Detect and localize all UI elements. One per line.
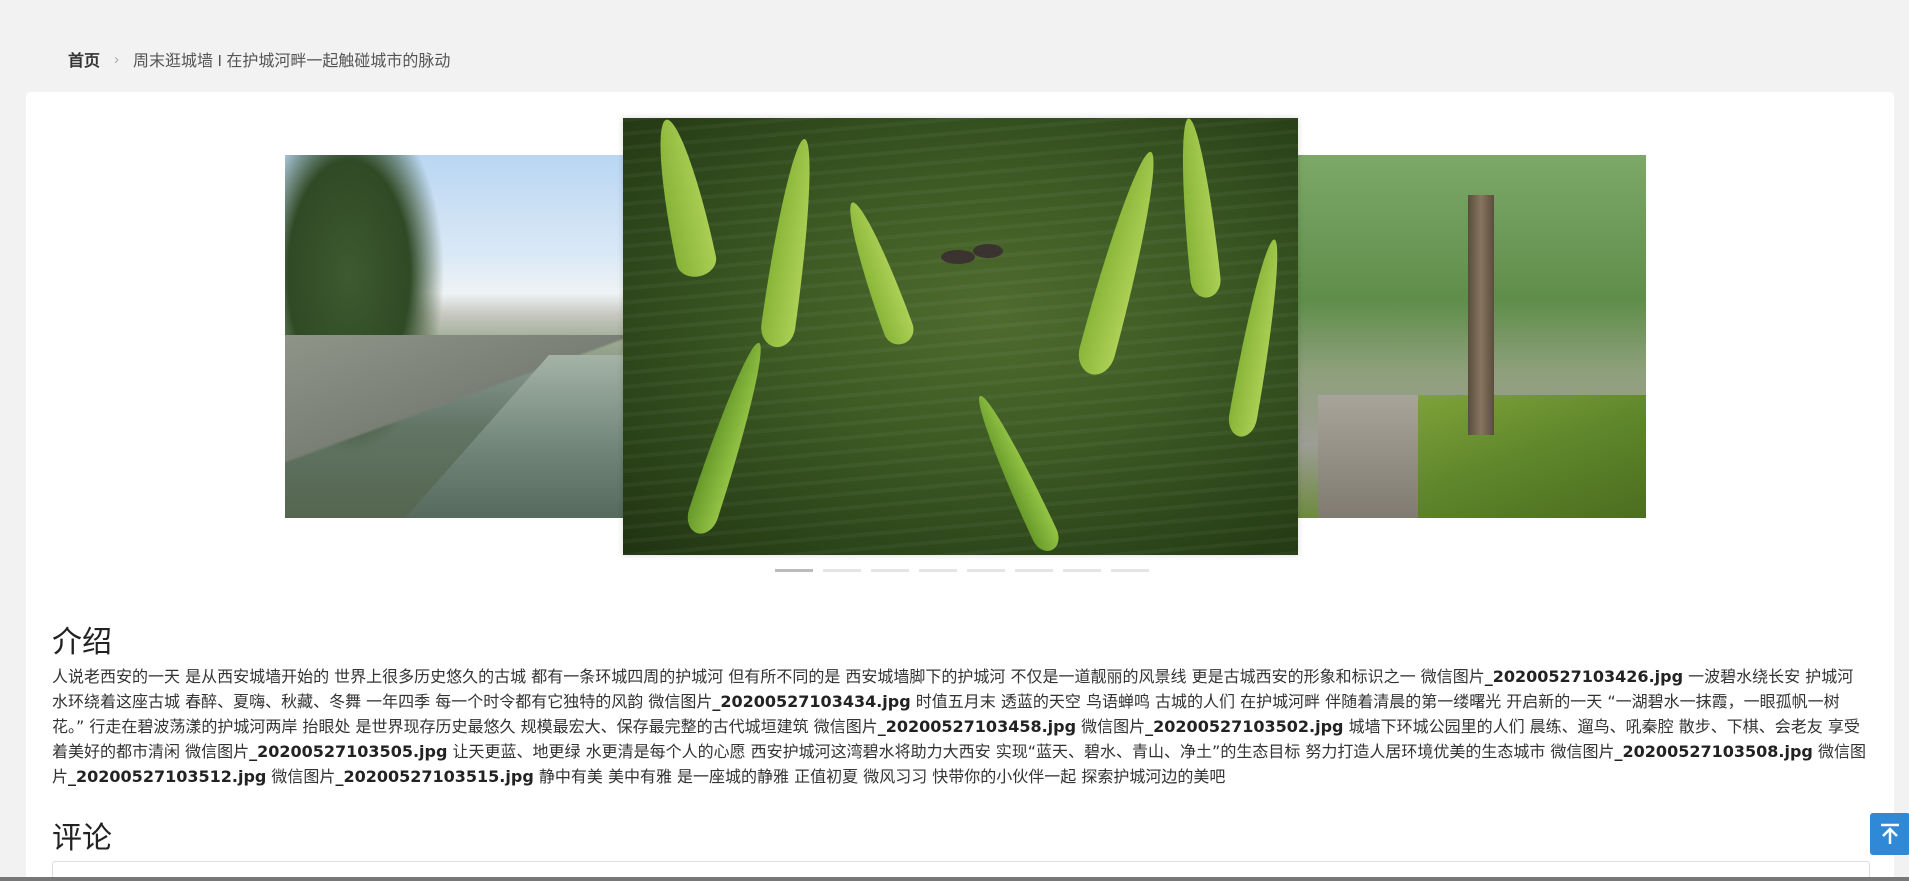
intro-text-segment: 人说老西安的一天 是从西安城墙开始的 世界上很多历史悠久的古城 都有一条环城四周… <box>52 667 1485 686</box>
breadcrumb-home-link[interactable]: 首页 <box>68 47 100 71</box>
carousel-indicator[interactable] <box>775 569 813 572</box>
duck-image-part <box>941 250 975 264</box>
back-to-top-button[interactable] <box>1870 813 1909 855</box>
carousel-slide-right[interactable] <box>1298 155 1646 518</box>
breadcrumb: 首页 › 周末逛城墙 I 在护城河畔一起触碰城市的脉动 <box>68 47 450 71</box>
carousel-indicator[interactable] <box>967 569 1005 572</box>
carousel-indicator[interactable] <box>1015 569 1053 572</box>
image-filename: _20200527103508.jpg <box>1614 742 1813 761</box>
carousel-indicator[interactable] <box>1063 569 1101 572</box>
intro-text-segment: 让天更蓝、地更绿 水更清是每个人的心愿 西安护城河这湾碧水将助力大西安 实现“蓝… <box>447 742 1615 761</box>
chevron-right-icon: › <box>114 50 120 68</box>
carousel-indicator[interactable] <box>871 569 909 572</box>
intro-paragraph: 人说老西安的一天 是从西安城墙开始的 世界上很多历史悠久的古城 都有一条环城四周… <box>52 664 1868 789</box>
carousel-indicator[interactable] <box>823 569 861 572</box>
arrow-up-to-top-icon <box>1881 823 1899 844</box>
image-filename: _20200527103426.jpg <box>1484 667 1684 686</box>
carousel-indicators <box>775 569 1149 572</box>
carousel-slide-left[interactable] <box>285 155 645 518</box>
image-filename: _20200527103458.jpg <box>877 717 1077 736</box>
intro-heading: 介绍 <box>52 625 112 660</box>
image-filename: _20200527103512.jpg <box>68 767 267 786</box>
intro-text-segment: 微信图片 <box>1076 717 1146 736</box>
content-card: 介绍 人说老西安的一天 是从西安城墙开始的 世界上很多历史悠久的古城 都有一条环… <box>26 92 1894 881</box>
intro-text-segment: 微信图片 <box>266 767 336 786</box>
carousel-slide-center[interactable] <box>623 118 1298 555</box>
carousel-indicator[interactable] <box>919 569 957 572</box>
image-filename: _20200527103434.jpg <box>712 692 911 711</box>
bottom-edge <box>0 877 1909 881</box>
breadcrumb-current: 周末逛城墙 I 在护城河畔一起触碰城市的脉动 <box>133 53 451 70</box>
image-filename: _20200527103515.jpg <box>335 767 534 786</box>
comments-heading: 评论 <box>52 821 112 856</box>
image-filename: _20200527103505.jpg <box>249 742 448 761</box>
intro-text-segment: 静中有美 美中有雅 是一座城的静雅 正值初夏 微风习习 快带你的小伙伴一起 探索… <box>533 767 1226 786</box>
carousel-indicator[interactable] <box>1111 569 1149 572</box>
tree-trunk-image-part <box>1468 195 1494 435</box>
hedge-image-part <box>1418 395 1646 518</box>
duck-image-part <box>973 244 1003 258</box>
image-filename: _20200527103502.jpg <box>1145 717 1344 736</box>
